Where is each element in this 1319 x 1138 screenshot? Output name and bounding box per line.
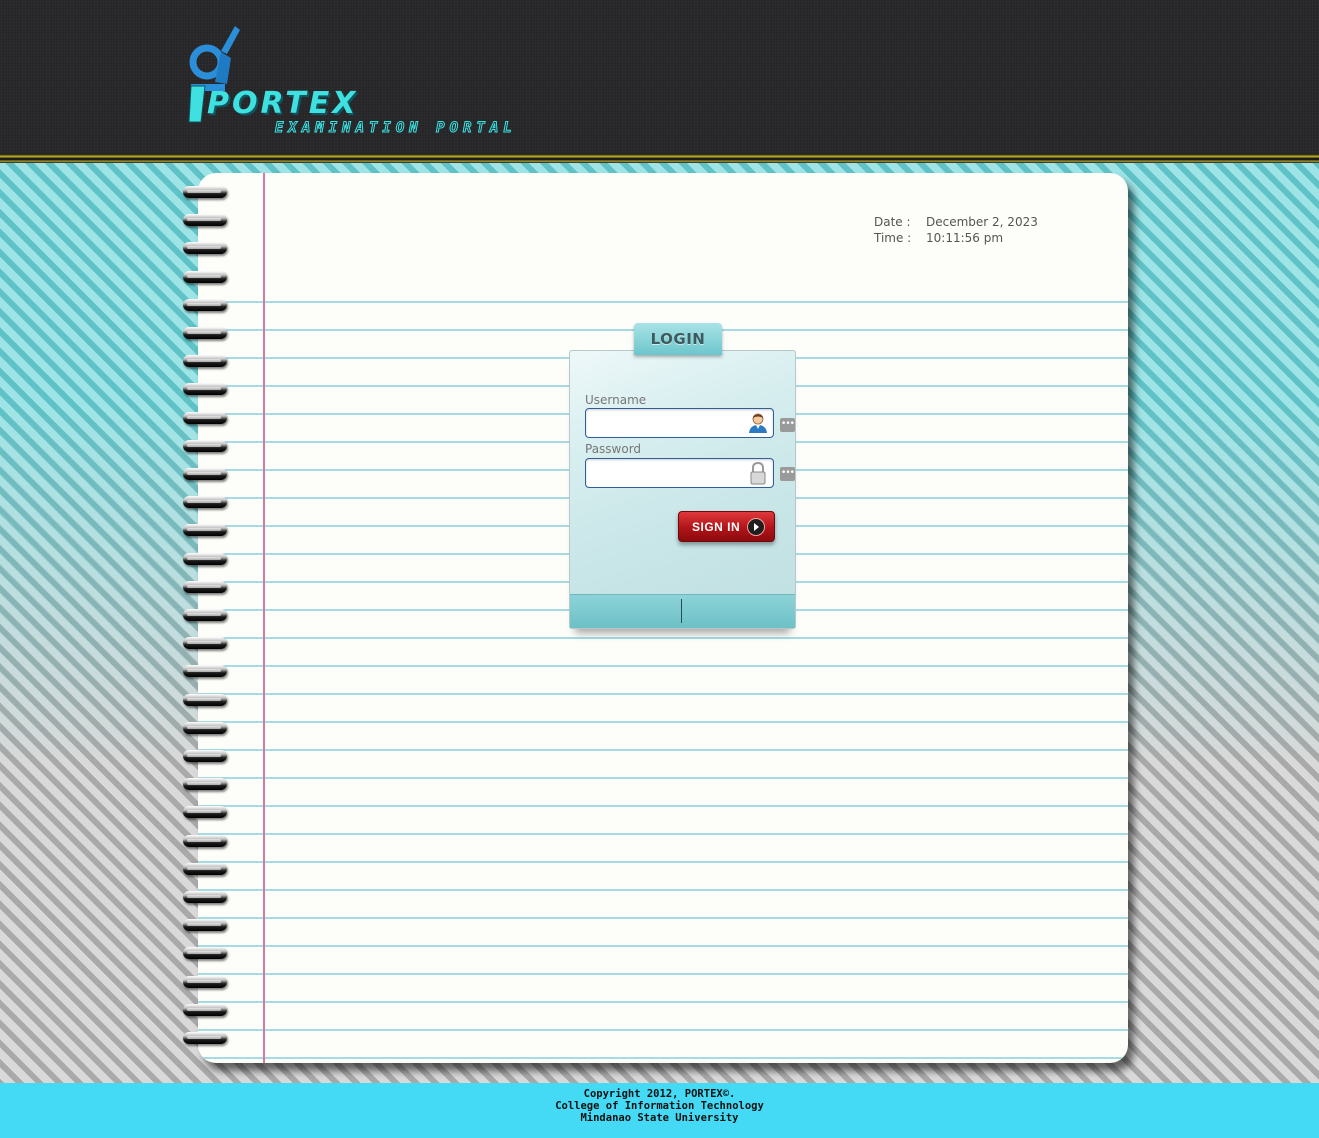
- spiral-ring: [183, 665, 227, 678]
- datetime-display: Date : December 2, 2023 Time : 10:11:56 …: [874, 214, 1038, 246]
- password-field[interactable]: [585, 458, 774, 488]
- spiral-ring: [183, 975, 227, 988]
- spiral-ring: [183, 355, 227, 368]
- spiral-ring: [183, 327, 227, 339]
- spiral-ring: [183, 721, 227, 734]
- username-label: Username: [585, 393, 647, 407]
- time-label: Time :: [874, 231, 912, 245]
- logo-subtitle: EXAMINATION PORTAL: [275, 120, 517, 137]
- spiral-ring: [183, 637, 227, 650]
- spiral-ring: [183, 891, 227, 903]
- spiral-ring: [183, 186, 227, 198]
- password-options-button[interactable]: •••: [780, 467, 795, 481]
- spiral-ring: [183, 552, 227, 565]
- college-name: College of Information Technology: [555, 1100, 764, 1112]
- spiral-ring: [183, 439, 227, 452]
- arrow-right-icon: [748, 519, 764, 535]
- spiral-ring: [183, 693, 227, 706]
- user-icon: [749, 413, 767, 433]
- spiral-ring: [183, 862, 227, 875]
- copyright-text: Copyright 2012, PORTEX©.: [583, 1088, 736, 1100]
- spiral-ring: [183, 411, 227, 424]
- footer-divider: [681, 599, 682, 623]
- university-name: Mindanao State University: [580, 1112, 739, 1124]
- username-field[interactable]: [585, 408, 774, 438]
- spiral-ring: [183, 919, 227, 932]
- spiral-ring: [183, 496, 227, 509]
- date-label: Date :: [874, 215, 911, 229]
- spiral-ring: [183, 383, 227, 396]
- login-panel-footer: [570, 594, 795, 628]
- spiral-ring: [183, 947, 227, 960]
- page-footer: Copyright 2012, PORTEX©. College of Info…: [0, 1083, 1319, 1138]
- spiral-ring: [183, 609, 227, 621]
- logo-wordmark: PORTEX: [207, 86, 359, 121]
- portex-logo[interactable]: PORTEX EXAMINATION PORTAL: [185, 24, 575, 144]
- date-value: December 2, 2023: [926, 215, 1038, 229]
- header-divider: [0, 155, 1319, 163]
- margin-line: [263, 173, 265, 1063]
- spiral-ring: [183, 806, 227, 819]
- spiral-binding: [183, 186, 229, 1056]
- login-tab: LOGIN: [634, 323, 722, 355]
- sign-in-label: SIGN IN: [692, 520, 741, 534]
- spiral-ring: [183, 1032, 227, 1044]
- spiral-ring: [183, 298, 227, 311]
- password-input[interactable]: [590, 462, 744, 486]
- spiral-ring: [183, 834, 227, 847]
- time-value: 10:11:56 pm: [926, 231, 1004, 245]
- spiral-ring: [183, 214, 227, 227]
- username-input[interactable]: [590, 412, 744, 436]
- spiral-ring: [183, 778, 227, 791]
- username-options-button[interactable]: •••: [780, 418, 795, 432]
- spiral-ring: [183, 580, 227, 593]
- sign-in-button[interactable]: SIGN IN: [678, 511, 775, 542]
- spiral-ring: [183, 1003, 227, 1016]
- spiral-ring: [183, 524, 227, 537]
- spiral-ring: [183, 242, 227, 255]
- password-label: Password: [585, 442, 642, 456]
- lock-icon: [750, 461, 766, 485]
- login-panel: [569, 350, 796, 629]
- spiral-ring: [183, 750, 227, 762]
- header: PORTEX EXAMINATION PORTAL: [0, 0, 1319, 155]
- spiral-ring: [183, 468, 227, 480]
- spiral-ring: [183, 270, 227, 283]
